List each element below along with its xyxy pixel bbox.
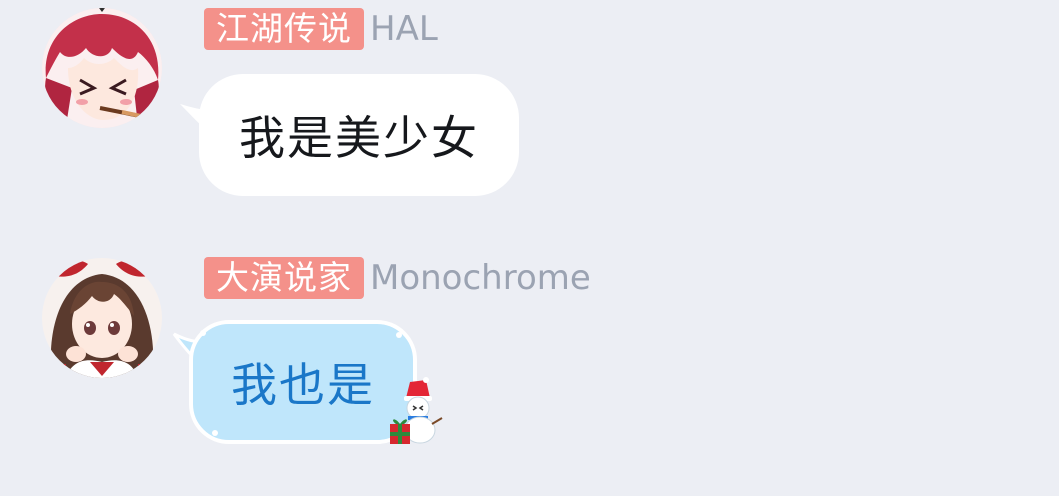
snow-sparkle — [396, 332, 402, 338]
sender-line: 江湖传说 HAL — [204, 8, 438, 50]
message-text: 我也是 — [231, 358, 375, 412]
snowman-with-gift-icon — [390, 377, 443, 444]
sender-title-badge: 江湖传说 — [204, 8, 364, 50]
avatar[interactable] — [42, 8, 162, 128]
shrine-maiden-anime-girl-avatar — [42, 258, 162, 378]
sender-nickname[interactable]: HAL — [370, 8, 438, 50]
red-hair-anime-girl-avatar — [42, 8, 162, 128]
chat-message: 江湖传说 HAL 我是美少女 — [0, 0, 1059, 240]
sender-title-badge: 大演说家 — [204, 257, 364, 299]
message-bubble[interactable]: 我也是 — [189, 320, 417, 444]
message-text: 我是美少女 — [239, 111, 479, 165]
chat-message: 大演说家 Monochrome 我也是 — [0, 240, 1059, 496]
message-bubble[interactable]: 我是美少女 — [199, 74, 519, 196]
snow-sparkle — [212, 430, 218, 436]
sender-nickname[interactable]: Monochrome — [370, 257, 591, 299]
snow-sparkle — [200, 330, 206, 336]
sender-line: 大演说家 Monochrome — [204, 257, 591, 299]
avatar[interactable] — [42, 258, 162, 378]
